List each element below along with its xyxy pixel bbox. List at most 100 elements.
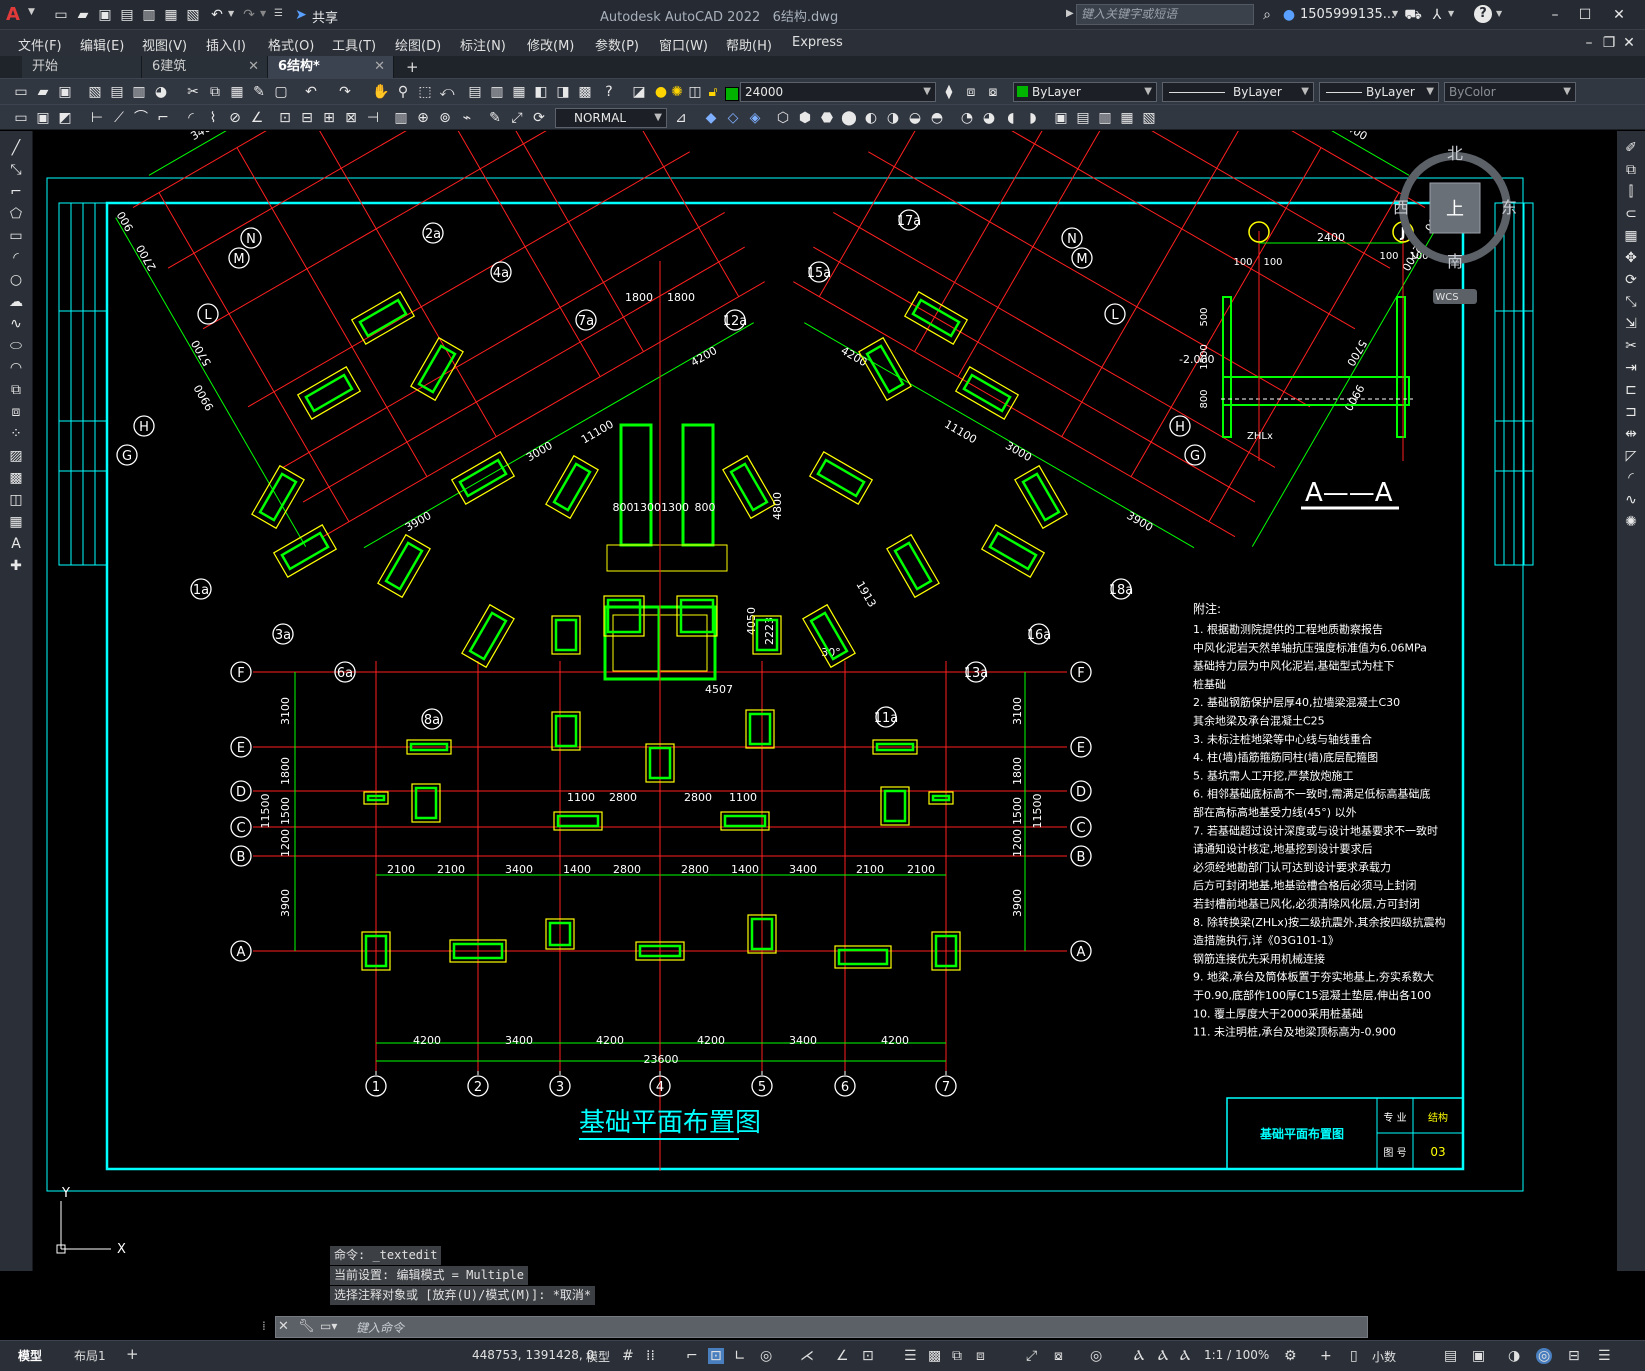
stretch-icon[interactable]: ⇲: [1622, 315, 1640, 333]
isodraft-icon[interactable]: ⋌: [800, 1348, 814, 1364]
3d-osnap-icon[interactable]: ⧈: [976, 1348, 985, 1364]
baseline-icon[interactable]: ⊟: [298, 109, 316, 127]
recent-commands-icon[interactable]: ▭▾: [320, 1319, 337, 1333]
tool-palettes-icon[interactable]: ▦: [510, 83, 528, 101]
doc-restore-icon[interactable]: ❐: [1600, 34, 1618, 52]
export-icon[interactable]: ▦: [162, 6, 180, 24]
pan-icon[interactable]: ✋: [372, 83, 390, 101]
close-tab-icon[interactable]: ✕: [374, 56, 385, 78]
dimstyle-dropdown[interactable]: NORMAL ▼: [555, 108, 667, 128]
foundation-plan-drawing[interactable]: 9002700570099003400111004000390030001110…: [33, 131, 1617, 1271]
modify-15-icon[interactable]: ◗: [1024, 109, 1042, 127]
viewcube-north[interactable]: 北: [1447, 144, 1463, 163]
modify-1-icon[interactable]: ◆: [702, 109, 720, 127]
dimupdate-icon[interactable]: ⟳: [530, 109, 548, 127]
zoom-window-icon[interactable]: ⬚: [416, 83, 434, 101]
selection-cycling-icon[interactable]: ⧉: [952, 1348, 962, 1364]
gradient-icon[interactable]: ▩: [7, 469, 25, 487]
viewcube-south[interactable]: 南: [1447, 252, 1463, 271]
graphics-performance-icon[interactable]: ◎: [1536, 1348, 1553, 1364]
doc-close-icon[interactable]: ✕: [1620, 34, 1638, 52]
new-tab-icon[interactable]: +: [406, 58, 419, 76]
spline-icon[interactable]: ∿: [7, 315, 25, 333]
diameter-icon[interactable]: ⊘: [226, 109, 244, 127]
new-file-icon[interactable]: ▭: [52, 6, 70, 24]
menu-edit[interactable]: 编辑(E): [80, 35, 124, 54]
user-icon[interactable]: ●: [1280, 6, 1298, 24]
modify-5-icon[interactable]: ⬢: [796, 109, 814, 127]
ortho-icon[interactable]: ∟: [734, 1348, 746, 1364]
clean-screen-icon[interactable]: ⊟: [1568, 1348, 1580, 1364]
open-icon[interactable]: ▰: [34, 83, 52, 101]
dynamic-ucs-icon[interactable]: ⤢: [1026, 1348, 1037, 1364]
transparency-icon[interactable]: ▩: [928, 1348, 941, 1364]
lineweight-icon[interactable]: ☰: [904, 1348, 917, 1364]
layer-previous-icon[interactable]: ⧈: [962, 83, 980, 101]
menu-format[interactable]: 格式(O): [268, 35, 314, 54]
modify-20-icon[interactable]: ▧: [1140, 109, 1158, 127]
tab-6jiegou[interactable]: 6结构* ✕: [268, 56, 394, 78]
layer-dropdown[interactable]: 24000 ▼: [740, 82, 936, 102]
account-dropdown-icon[interactable]: ▼: [1448, 9, 1454, 18]
annotation-visibility-icon[interactable]: Ⲁ: [1134, 1348, 1144, 1364]
grid-icon[interactable]: #: [622, 1348, 634, 1364]
redo-toolbar-icon[interactable]: ↷: [336, 83, 354, 101]
hatch-icon[interactable]: ▨: [7, 447, 25, 465]
cut-icon[interactable]: ✂: [184, 83, 202, 101]
tab-start[interactable]: 开始: [22, 56, 142, 78]
units-dropdown[interactable]: 小数: [1372, 1348, 1396, 1365]
publish-icon[interactable]: ▥: [140, 6, 158, 24]
polar-icon[interactable]: ◎: [760, 1348, 772, 1364]
rotate-icon[interactable]: ⟳: [1622, 271, 1640, 289]
customize-command-icon[interactable]: 🔧︎: [298, 1319, 315, 1334]
circle-icon[interactable]: ○: [7, 271, 25, 289]
sheetset-icon[interactable]: ◧: [532, 83, 550, 101]
annotation-monitor-icon[interactable]: +: [1320, 1348, 1332, 1364]
revcloud-icon[interactable]: ☁: [7, 293, 25, 311]
layer-properties-icon[interactable]: ◪: [630, 83, 648, 101]
save-as-icon[interactable]: ▤: [118, 6, 136, 24]
close-tab-icon[interactable]: ✕: [248, 56, 259, 78]
join-icon[interactable]: ⇹: [1622, 425, 1640, 443]
table-icon[interactable]: ▦: [7, 513, 25, 531]
mirror-icon[interactable]: ⫿: [1622, 183, 1640, 201]
space-icon[interactable]: ⊠: [342, 109, 360, 127]
jogged-linear-icon[interactable]: ⌁: [458, 109, 476, 127]
menu-dimension[interactable]: 标注(N): [460, 35, 506, 54]
erase-icon[interactable]: ✐: [1622, 139, 1640, 157]
linetype-dropdown[interactable]: ByLayer ▼: [1162, 82, 1314, 102]
dimedit-icon[interactable]: ✎: [486, 109, 504, 127]
modify-19-icon[interactable]: ▦: [1118, 109, 1136, 127]
extend-icon[interactable]: ⇥: [1622, 359, 1640, 377]
search-icon[interactable]: ⌕: [1258, 6, 1276, 24]
modify-2-icon[interactable]: ◇: [724, 109, 742, 127]
maximize-icon[interactable]: ☐: [1576, 6, 1594, 24]
save-toolbar-icon[interactable]: ▣: [56, 83, 74, 101]
menu-file[interactable]: 文件(F): [18, 35, 62, 54]
offset-icon[interactable]: ⊂: [1622, 205, 1640, 223]
workspace-gear-icon[interactable]: ⚙: [1284, 1348, 1297, 1364]
otrack-icon[interactable]: ∠: [836, 1348, 849, 1364]
polyline-icon[interactable]: ⌐: [7, 183, 25, 201]
rectangle-icon[interactable]: ▭: [7, 227, 25, 245]
dynamic-input-icon[interactable]: ⊡: [708, 1348, 724, 1364]
help-dropdown-icon[interactable]: ▼: [1496, 9, 1502, 18]
modify-18-icon[interactable]: ▥: [1096, 109, 1114, 127]
modify-3-icon[interactable]: ◈: [746, 109, 764, 127]
tool-a-icon[interactable]: ▭: [12, 109, 30, 127]
tab-6jianzhu[interactable]: 6建筑 ✕: [142, 56, 268, 78]
construction-line-icon[interactable]: ⤡: [7, 161, 25, 179]
modify-16-icon[interactable]: ▣: [1052, 109, 1070, 127]
break-obj-icon[interactable]: ⊐: [1622, 403, 1640, 421]
save-icon[interactable]: ▣: [96, 6, 114, 24]
break-point-icon[interactable]: ⊏: [1622, 381, 1640, 399]
command-input[interactable]: 键入命令: [356, 1319, 404, 1336]
close-window-icon[interactable]: ✕: [1610, 6, 1628, 24]
viewcube-east[interactable]: 东: [1501, 198, 1517, 217]
preview-icon[interactable]: ▤: [108, 83, 126, 101]
menu-draw[interactable]: 绘图(D): [395, 35, 441, 54]
user-dropdown-icon[interactable]: ▼: [1392, 9, 1398, 18]
isolate-objects-icon[interactable]: ◑: [1508, 1348, 1520, 1364]
help-button[interactable]: ?: [1474, 5, 1492, 23]
model-space-button[interactable]: 模型: [586, 1348, 610, 1365]
